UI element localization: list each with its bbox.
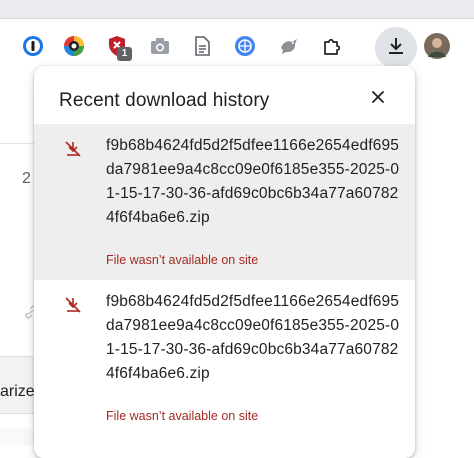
avatar[interactable] [424, 33, 450, 59]
page-divider [0, 143, 34, 144]
page-footer-fragment [0, 428, 34, 445]
download-status: File wasn’t available on site [106, 409, 259, 423]
download-item[interactable]: f9b68b4624fd5d2f5dfee1166e2654edf695da79… [34, 280, 415, 458]
bird-icon[interactable] [277, 34, 301, 58]
download-filename: f9b68b4624fd5d2f5dfee1166e2654edf695da79… [106, 137, 400, 226]
puzzle-icon[interactable] [320, 34, 344, 58]
download-status: File wasn’t available on site [106, 253, 259, 267]
document-icon[interactable] [190, 34, 214, 58]
password-manager-icon[interactable] [21, 34, 45, 58]
downloads-button[interactable] [375, 27, 417, 69]
close-icon [371, 90, 385, 109]
extension-badge: 1 [117, 47, 132, 61]
color-wheel-icon[interactable] [62, 34, 86, 58]
tab-strip-edge [0, 0, 474, 19]
download-filename: f9b68b4624fd5d2f5dfee1166e2654edf695da79… [106, 293, 400, 382]
globe-badge-icon[interactable] [233, 34, 257, 58]
background-button-label: arize [0, 383, 35, 400]
page-text-fragment: 2 [22, 170, 31, 187]
browser-toolbar: 1 [0, 0, 474, 69]
download-off-icon [64, 296, 82, 319]
popup-title: Recent download history [59, 90, 270, 111]
download-off-icon [64, 140, 82, 163]
download-icon [386, 36, 406, 61]
download-history-popup: Recent download history f9b68b4624fd5d2f… [34, 66, 415, 458]
close-button[interactable] [365, 86, 391, 112]
download-item[interactable]: f9b68b4624fd5d2f5dfee1166e2654edf695da79… [34, 124, 415, 280]
camera-icon[interactable] [148, 34, 172, 58]
